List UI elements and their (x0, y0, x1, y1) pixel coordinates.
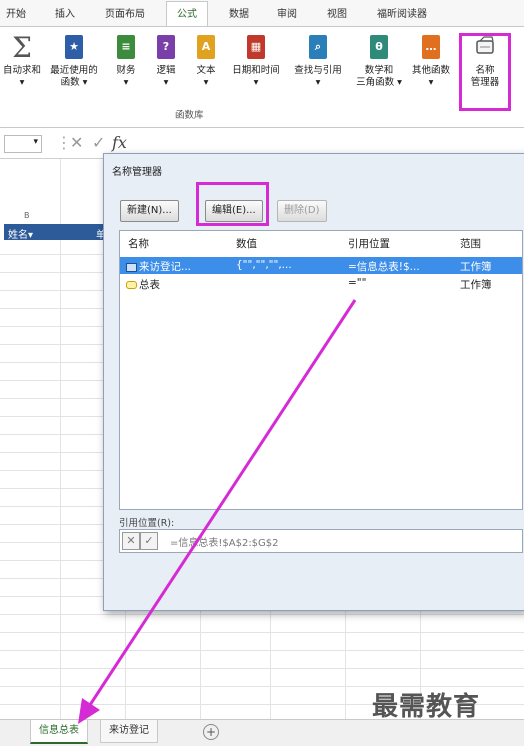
dialog-title: 名称管理器 (112, 167, 162, 178)
enter-formula-button[interactable]: ✓ (92, 133, 105, 152)
lookup-reference-sub: ▾ (315, 77, 321, 88)
cancel-edit-icon[interactable]: ✕ (122, 532, 140, 550)
tab-foxit-reader[interactable]: 福昕阅读器 (377, 5, 427, 20)
row-refers-to: =信息总表!$... (348, 261, 420, 273)
sheet-tab-visitor-log[interactable]: 来访登记 (100, 720, 158, 743)
name-box[interactable]: ▾ (4, 135, 42, 153)
more-book-icon: … (422, 35, 440, 59)
tab-insert[interactable]: 插入 (55, 5, 75, 20)
col-header-value[interactable]: 数值 (236, 236, 257, 251)
sigma-icon: Σ (12, 31, 32, 64)
finance-book-icon: ≡ (117, 35, 135, 59)
name-manager-highlight (459, 33, 511, 111)
watermark-text: 最需教育 (372, 692, 481, 722)
math-book-icon: θ (370, 35, 388, 59)
more-functions-button[interactable]: … 其他函数 ▾ (406, 35, 456, 89)
sheet-tab-info-summary[interactable]: 信息总表 (30, 720, 88, 744)
math-trig-label: 数学和 (364, 65, 394, 76)
list-item[interactable]: 来访登记... {"","","",... =信息总表!$... 工作簿 (120, 257, 522, 274)
chevron-down-icon: ▾ (33, 137, 38, 147)
date-time-label: 日期和时间 (232, 65, 280, 76)
text-button[interactable]: A 文本 ▾ (188, 35, 224, 89)
recent-functions-label: 最近使用的 (50, 65, 98, 76)
row-name: 总表 (139, 279, 160, 291)
logical-sub: ▾ (163, 77, 169, 88)
star-book-icon: ★ (65, 35, 83, 59)
row-refers-to: ="" (348, 277, 367, 289)
tab-page-layout[interactable]: 页面布局 (105, 5, 145, 20)
named-range-icon (126, 281, 137, 289)
col-header-scope[interactable]: 范围 (460, 236, 481, 251)
insert-function-button[interactable]: fx (112, 133, 127, 152)
tab-review[interactable]: 审阅 (277, 5, 297, 20)
edit-button-highlight (196, 182, 269, 226)
more-functions-label: 其他函数 (411, 65, 450, 76)
name-manager-dialog: 名称管理器 新建(N)... 编辑(E)... 删除(D) 名称 数值 引用位置… (103, 153, 524, 611)
date-time-button[interactable]: ▦ 日期和时间 ▾ (226, 35, 286, 89)
column-letter-b: B (24, 211, 30, 220)
text-label: 文本 (196, 65, 216, 76)
ribbon-formulas-panel: Σ 自动求和 ▾ ★ 最近使用的 函数 ▾ ≡ 财务 ▾ ? 逻辑 ▾ A 文本… (0, 27, 524, 128)
recent-functions-sub: 函数 ▾ (60, 77, 88, 88)
list-item[interactable]: 总表 ="" 工作簿 (120, 275, 522, 292)
text-book-icon: A (197, 35, 215, 59)
ribbon-tab-bar: 开始 插入 页面布局 公式 数据 审阅 视图 福昕阅读器 (0, 0, 524, 27)
lookup-book-icon: ⌕ (309, 35, 327, 59)
text-sub: ▾ (203, 77, 209, 88)
tab-view[interactable]: 视图 (327, 5, 347, 20)
cancel-formula-button[interactable]: ✕ (70, 133, 83, 152)
financial-sub: ▾ (123, 77, 129, 88)
sheet-tab-bar: 信息总表 来访登记 + (0, 719, 524, 746)
logical-label: 逻辑 (156, 65, 176, 76)
autosum-button[interactable]: Σ 自动求和 ▾ (2, 31, 42, 89)
refers-to-value[interactable]: =信息总表!$A$2:$G$2 (170, 534, 279, 549)
names-list[interactable]: 名称 数值 引用位置 范围 来访登记... {"","","",... =信息总… (119, 230, 523, 510)
confirm-edit-icon[interactable]: ✓ (140, 532, 158, 550)
calendar-book-icon: ▦ (247, 35, 265, 59)
table-icon (126, 262, 137, 272)
lookup-reference-label: 查找与引用 (294, 65, 342, 76)
financial-button[interactable]: ≡ 财务 ▾ (108, 35, 144, 89)
more-functions-sub: ▾ (428, 77, 434, 88)
math-trig-sub: 三角函数 ▾ (356, 77, 402, 88)
col-header-refers-to[interactable]: 引用位置 (348, 236, 390, 251)
lookup-reference-button[interactable]: ⌕ 查找与引用 ▾ (287, 35, 349, 89)
function-library-group-label: 函数库 (175, 110, 204, 121)
refers-to-field[interactable]: ✕ ✓ =信息总表!$A$2:$G$2 (119, 529, 523, 553)
autosum-sub: ▾ (19, 77, 25, 88)
logic-book-icon: ? (157, 35, 175, 59)
autosum-label: 自动求和 (2, 65, 41, 76)
financial-label: 财务 (116, 65, 136, 76)
row-scope: 工作簿 (460, 261, 492, 273)
header-cell-name[interactable]: 姓名▾ (8, 226, 33, 241)
recent-functions-button[interactable]: ★ 最近使用的 函数 ▾ (45, 35, 103, 89)
delete-name-button[interactable]: 删除(D) (277, 200, 327, 222)
row-name: 来访登记... (139, 261, 192, 273)
math-trig-button[interactable]: θ 数学和 三角函数 ▾ (352, 35, 406, 89)
refers-to-label: 引用位置(R): (119, 518, 175, 529)
row-value: {"","","",... (236, 259, 292, 271)
logical-button[interactable]: ? 逻辑 ▾ (148, 35, 184, 89)
date-time-sub: ▾ (253, 77, 259, 88)
new-name-button[interactable]: 新建(N)... (120, 200, 179, 222)
col-header-name[interactable]: 名称 (128, 236, 149, 251)
tab-data[interactable]: 数据 (229, 5, 249, 20)
add-sheet-button[interactable]: + (203, 724, 219, 740)
tab-formulas[interactable]: 公式 (166, 1, 208, 26)
row-scope: 工作簿 (460, 279, 492, 291)
tab-home[interactable]: 开始 (6, 5, 26, 20)
